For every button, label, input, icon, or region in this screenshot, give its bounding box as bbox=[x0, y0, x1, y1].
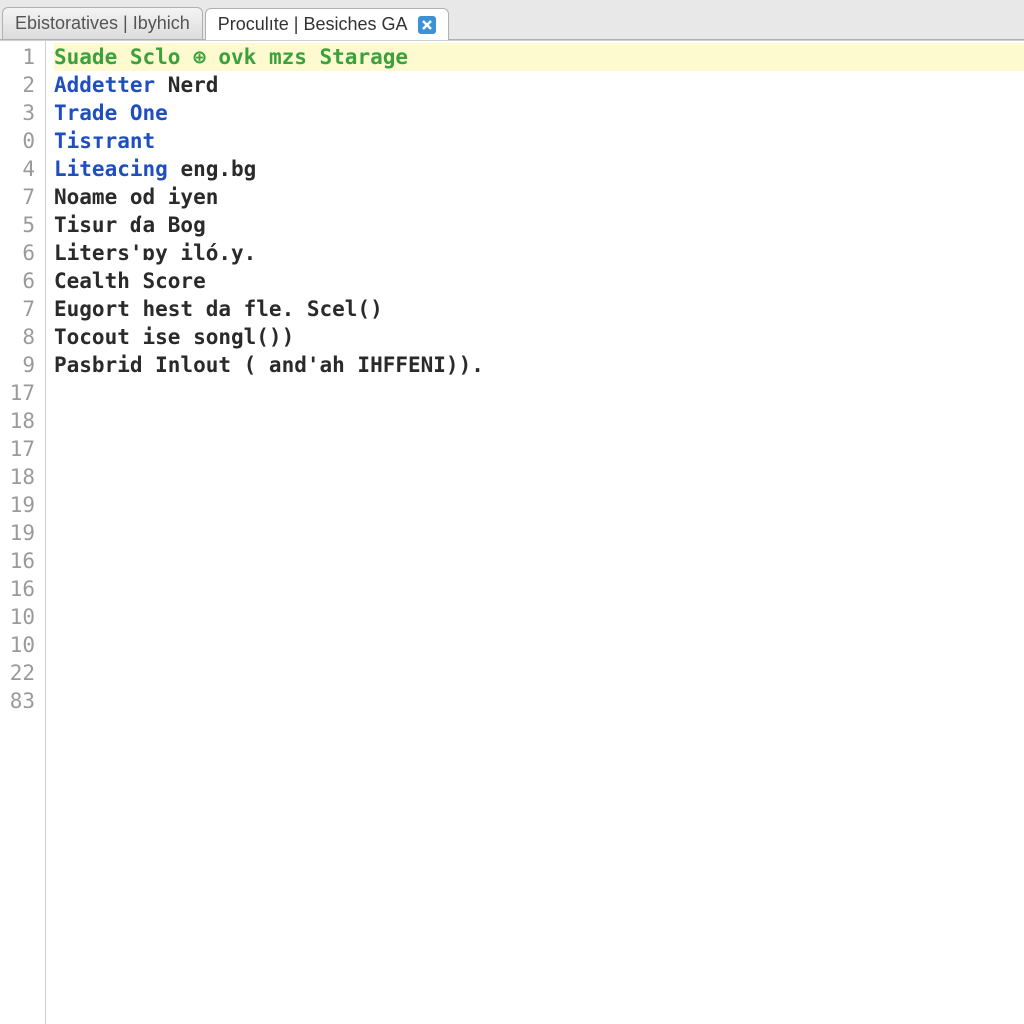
line-number: 19 bbox=[0, 519, 45, 547]
line-number: 18 bbox=[0, 463, 45, 491]
code-line: Tisтrant bbox=[54, 127, 1024, 155]
tab-bar: Ebistoratives | Ibyhich Proculıte | Besi… bbox=[0, 0, 1024, 40]
line-number: 22 bbox=[0, 659, 45, 687]
token-plain: Eugort hest da fle. Scel() bbox=[54, 297, 383, 321]
token-plain: Liters'ɒy ilό.y. bbox=[54, 241, 256, 265]
line-number: 4 bbox=[0, 155, 45, 183]
code-line: Liters'ɒy ilό.y. bbox=[54, 239, 1024, 267]
token-plain: Cealth Score bbox=[54, 269, 206, 293]
line-number: 7 bbox=[0, 295, 45, 323]
line-number: 8 bbox=[0, 323, 45, 351]
line-number: 6 bbox=[0, 239, 45, 267]
tab-inactive[interactable]: Ebistoratives | Ibyhich bbox=[2, 7, 203, 39]
line-number: 7 bbox=[0, 183, 45, 211]
code-line: Trade One bbox=[54, 99, 1024, 127]
line-number: 19 bbox=[0, 491, 45, 519]
app-window: Ebistoratives | Ibyhich Proculıte | Besi… bbox=[0, 0, 1024, 1024]
line-number: 17 bbox=[0, 435, 45, 463]
code-editor[interactable]: Suade Sclo ⊕ ovk mzs Starage Addetter Ne… bbox=[46, 41, 1024, 1024]
line-number: 83 bbox=[0, 687, 45, 715]
line-number: 0 bbox=[0, 127, 45, 155]
code-line: Pasbrid Inlout ( and'ah IHFFENI)). bbox=[54, 351, 1024, 379]
token-keyword: Trade One bbox=[54, 101, 168, 125]
tab-active[interactable]: Proculıte | Besiches GA bbox=[205, 8, 449, 40]
code-line: Suade Sclo ⊕ ovk mzs Starage bbox=[54, 43, 1024, 71]
code-line: Tocout ise songl()) bbox=[54, 323, 1024, 351]
token-keyword: Addetter bbox=[54, 73, 155, 97]
line-number: 3 bbox=[0, 99, 45, 127]
line-number: 5 bbox=[0, 211, 45, 239]
line-number: 10 bbox=[0, 603, 45, 631]
line-number: 16 bbox=[0, 547, 45, 575]
code-line: Tisur ɗa Bog bbox=[54, 211, 1024, 239]
token-plain: Tocout ise songl()) bbox=[54, 325, 294, 349]
token-plain: Nerd bbox=[155, 73, 218, 97]
code-line: Liteacing eng.bg bbox=[54, 155, 1024, 183]
code-line: Eugort hest da fle. Scel() bbox=[54, 295, 1024, 323]
line-number: 10 bbox=[0, 631, 45, 659]
close-icon[interactable] bbox=[418, 16, 436, 34]
line-number-gutter: 1 2 3 0 4 7 5 6 6 7 8 9 17 18 17 18 19 1… bbox=[0, 41, 46, 1024]
code-line: Noame od iyen bbox=[54, 183, 1024, 211]
code-line: Addetter Nerd bbox=[54, 71, 1024, 99]
tab-label: Ebistoratives | Ibyhich bbox=[15, 13, 190, 34]
line-number: 17 bbox=[0, 379, 45, 407]
line-number: 16 bbox=[0, 575, 45, 603]
token-keyword: Liteacing bbox=[54, 157, 168, 181]
code-line: Cealth Score bbox=[54, 267, 1024, 295]
token-keyword: Tisтrant bbox=[54, 129, 155, 153]
tab-label: Proculıte | Besiches GA bbox=[218, 14, 408, 35]
line-number: 1 bbox=[0, 43, 45, 71]
token-plain: Noame od iyen bbox=[54, 185, 218, 209]
line-number: 2 bbox=[0, 71, 45, 99]
token-plain: Tisur ɗa Bog bbox=[54, 213, 206, 237]
token-comment: ovk mzs Starage bbox=[206, 45, 408, 69]
token-plain: eng.bg bbox=[168, 157, 257, 181]
token-plain: Pasbrid Inlout ( and'ah IHFFENI)). bbox=[54, 353, 484, 377]
editor-area: 1 2 3 0 4 7 5 6 6 7 8 9 17 18 17 18 19 1… bbox=[0, 40, 1024, 1024]
token-comment: ⊕ bbox=[193, 45, 206, 69]
line-number: 9 bbox=[0, 351, 45, 379]
line-number: 6 bbox=[0, 267, 45, 295]
token-comment: Suade Sclo bbox=[54, 45, 193, 69]
line-number: 18 bbox=[0, 407, 45, 435]
